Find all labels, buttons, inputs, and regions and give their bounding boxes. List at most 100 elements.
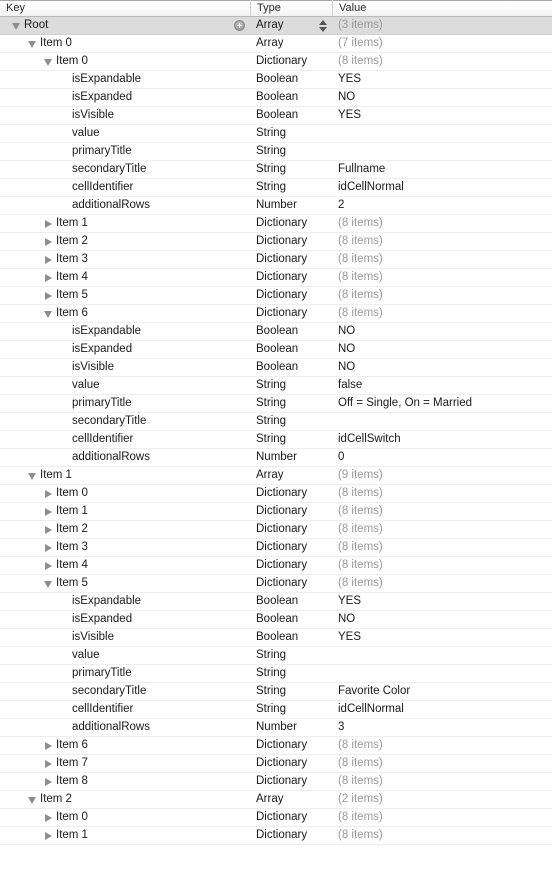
row-type-cell[interactable]: Boolean [250,323,332,340]
row-type-cell[interactable]: Dictionary [250,287,332,304]
row-key-cell[interactable]: isExpanded [0,341,250,358]
table-row[interactable]: Item 1 Dictionary (8 items) [0,215,552,233]
table-row[interactable]: Item 6 Dictionary (8 items) [0,305,552,323]
table-row[interactable]: Item 5 Dictionary (8 items) [0,287,552,305]
row-type-cell[interactable]: Dictionary [250,233,332,250]
row-key-cell[interactable]: cellIdentifier [0,431,250,448]
disclosure-triangle-closed-icon[interactable] [43,218,54,229]
row-key-cell[interactable]: Item 2 [0,521,250,538]
row-type-cell[interactable]: Dictionary [250,557,332,574]
table-row[interactable]: Item 0 Dictionary (8 items) [0,53,552,71]
row-type-cell[interactable]: Dictionary [250,521,332,538]
row-value-cell[interactable]: (8 items) [332,539,552,556]
row-key-cell[interactable]: Item 1 [0,467,250,484]
row-value-cell[interactable]: Off = Single, On = Married [332,395,552,412]
row-type-cell[interactable]: String [250,665,332,682]
row-key-cell[interactable]: cellIdentifier [0,701,250,718]
table-row[interactable]: isExpandable Boolean YES [0,71,552,89]
column-header-type[interactable]: Type [250,0,332,16]
chevron-down-icon[interactable] [319,27,327,32]
table-row[interactable]: Item 7 Dictionary (8 items) [0,755,552,773]
row-type-cell[interactable]: String [250,701,332,718]
table-row[interactable]: Item 4 Dictionary (8 items) [0,557,552,575]
row-value-cell[interactable]: NO [332,323,552,340]
table-row[interactable]: primaryTitle String Off = Single, On = Mar… [0,395,552,413]
row-key-cell[interactable]: additionalRows [0,719,250,736]
row-value-cell[interactable] [332,125,552,142]
row-value-cell[interactable] [332,413,552,430]
row-key-cell[interactable]: isVisible [0,359,250,376]
disclosure-triangle-closed-icon[interactable] [43,506,54,517]
row-value-cell[interactable]: YES [332,593,552,610]
row-type-cell[interactable]: Dictionary [250,755,332,772]
disclosure-triangle-closed-icon[interactable] [43,560,54,571]
row-value-cell[interactable]: (8 items) [332,503,552,520]
row-type-cell[interactable]: Boolean [250,71,332,88]
table-row[interactable]: value String [0,647,552,665]
column-header-key[interactable]: Key [0,0,250,16]
row-type-cell[interactable]: String [250,413,332,430]
row-type-cell[interactable]: String [250,125,332,142]
row-type-cell[interactable]: Dictionary [250,575,332,592]
row-key-cell[interactable]: isExpandable [0,323,250,340]
disclosure-triangle-closed-icon[interactable] [43,758,54,769]
table-row[interactable]: Item 5 Dictionary (8 items) [0,575,552,593]
row-key-cell[interactable]: secondaryTitle [0,413,250,430]
row-value-cell[interactable] [332,647,552,664]
row-key-cell[interactable]: Item 6 [0,737,250,754]
row-type-cell[interactable]: String [250,395,332,412]
row-type-cell[interactable]: Boolean [250,89,332,106]
disclosure-triangle-closed-icon[interactable] [43,542,54,553]
table-row[interactable]: Item 1 Dictionary (8 items) [0,827,552,845]
table-row[interactable]: Item 3 Dictionary (8 items) [0,251,552,269]
disclosure-triangle-open-icon[interactable] [43,308,54,319]
table-row[interactable]: Item 8 Dictionary (8 items) [0,773,552,791]
row-type-cell[interactable]: Dictionary [250,53,332,70]
disclosure-triangle-open-icon[interactable] [43,578,54,589]
table-row[interactable]: additionalRows Number 2 [0,197,552,215]
disclosure-triangle-closed-icon[interactable] [43,740,54,751]
row-value-cell[interactable]: (8 items) [332,557,552,574]
row-key-cell[interactable]: Item 0 [0,35,250,52]
disclosure-triangle-closed-icon[interactable] [43,812,54,823]
row-value-cell[interactable]: (8 items) [332,251,552,268]
table-row[interactable]: cellIdentifier String idCellNormal [0,701,552,719]
row-type-cell[interactable]: String [250,179,332,196]
disclosure-triangle-closed-icon[interactable] [43,290,54,301]
row-type-cell[interactable]: Boolean [250,107,332,124]
row-type-cell[interactable]: Dictionary [250,827,332,844]
table-row[interactable]: secondaryTitle String Fullname [0,161,552,179]
row-value-cell[interactable]: (2 items) [332,791,552,808]
row-key-cell[interactable]: secondaryTitle [0,161,250,178]
row-type-cell[interactable]: Dictionary [250,269,332,286]
row-key-cell[interactable]: Item 1 [0,503,250,520]
row-key-cell[interactable]: Item 3 [0,539,250,556]
row-value-cell[interactable] [332,665,552,682]
table-row[interactable]: Item 2 Dictionary (8 items) [0,521,552,539]
row-value-cell[interactable]: 0 [332,449,552,466]
add-circle-icon[interactable] [234,20,245,31]
row-type-cell[interactable]: Dictionary [250,251,332,268]
row-value-cell[interactable]: (8 items) [332,809,552,826]
table-row[interactable]: isExpandable Boolean NO [0,323,552,341]
row-key-cell[interactable]: additionalRows [0,449,250,466]
row-key-cell[interactable]: value [0,377,250,394]
table-row[interactable]: isExpanded Boolean NO [0,611,552,629]
row-value-cell[interactable]: (8 items) [332,755,552,772]
row-type-cell[interactable]: Number [250,197,332,214]
row-type-cell[interactable]: Dictionary [250,215,332,232]
row-value-cell[interactable]: (8 items) [332,53,552,70]
row-value-cell[interactable]: false [332,377,552,394]
disclosure-triangle-closed-icon[interactable] [43,830,54,841]
table-row[interactable]: Item 2 Dictionary (8 items) [0,233,552,251]
stepper-up-down-icon[interactable] [319,20,328,32]
row-key-cell[interactable]: isVisible [0,107,250,124]
row-value-cell[interactable]: (8 items) [332,827,552,844]
row-key-cell[interactable]: primaryTitle [0,143,250,160]
row-key-cell[interactable]: primaryTitle [0,395,250,412]
row-key-cell[interactable]: Item 1 [0,215,250,232]
disclosure-triangle-open-icon[interactable] [43,56,54,67]
disclosure-triangle-closed-icon[interactable] [43,488,54,499]
row-key-cell[interactable]: Item 4 [0,557,250,574]
row-type-cell[interactable]: String [250,161,332,178]
